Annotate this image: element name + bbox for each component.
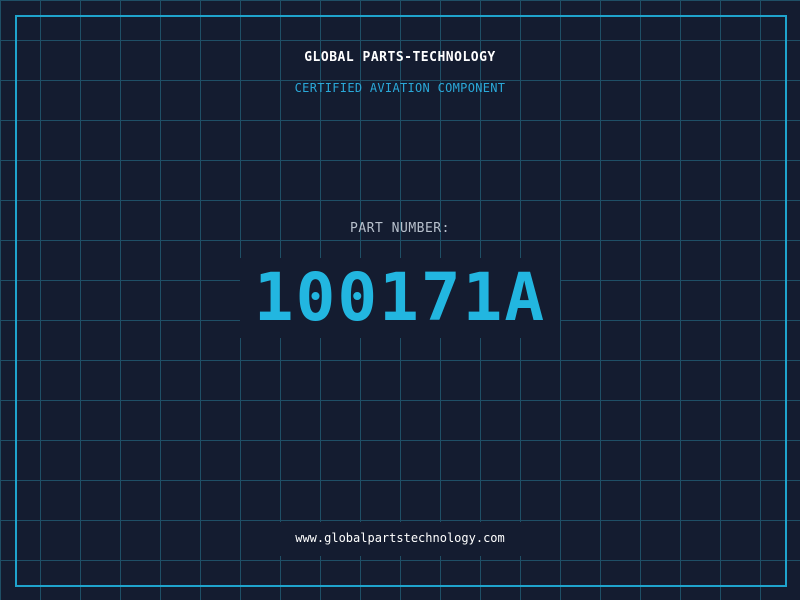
part-number-value: 100171A <box>253 259 547 336</box>
certification-subtitle: CERTIFIED AVIATION COMPONENT <box>294 81 506 95</box>
website-link[interactable]: www.globalpartstechnology.com <box>0 531 800 545</box>
part-number-label: PART NUMBER: <box>350 221 450 236</box>
company-name: GLOBAL PARTS-TECHNOLOGY <box>304 50 496 65</box>
